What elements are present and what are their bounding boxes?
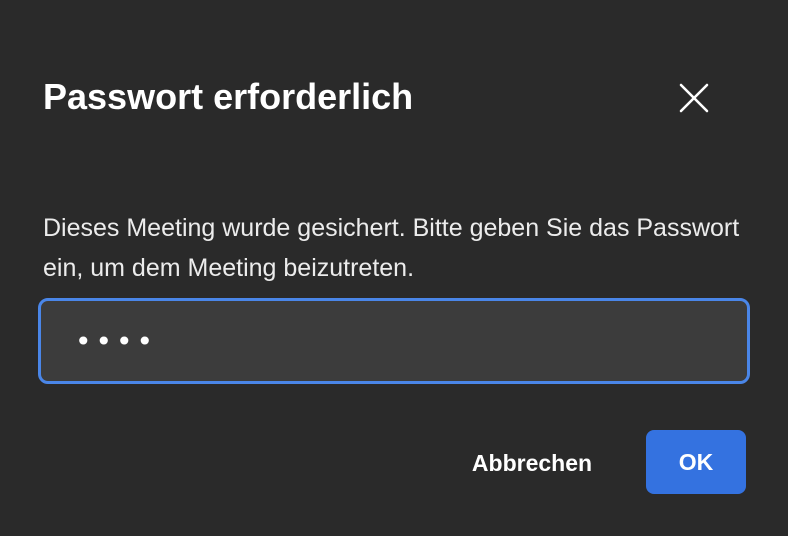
cancel-button[interactable]: Abbrechen xyxy=(452,432,612,494)
password-input[interactable]: •••• xyxy=(38,298,750,384)
close-icon xyxy=(679,83,709,113)
password-dialog: Passwort erforderlich Dieses Meeting wur… xyxy=(0,0,788,536)
ok-button[interactable]: OK xyxy=(646,430,746,494)
dialog-message: Dieses Meeting wurde gesichert. Bitte ge… xyxy=(43,214,740,282)
dialog-title: Passwort erforderlich xyxy=(43,76,414,117)
close-button[interactable] xyxy=(672,76,716,120)
